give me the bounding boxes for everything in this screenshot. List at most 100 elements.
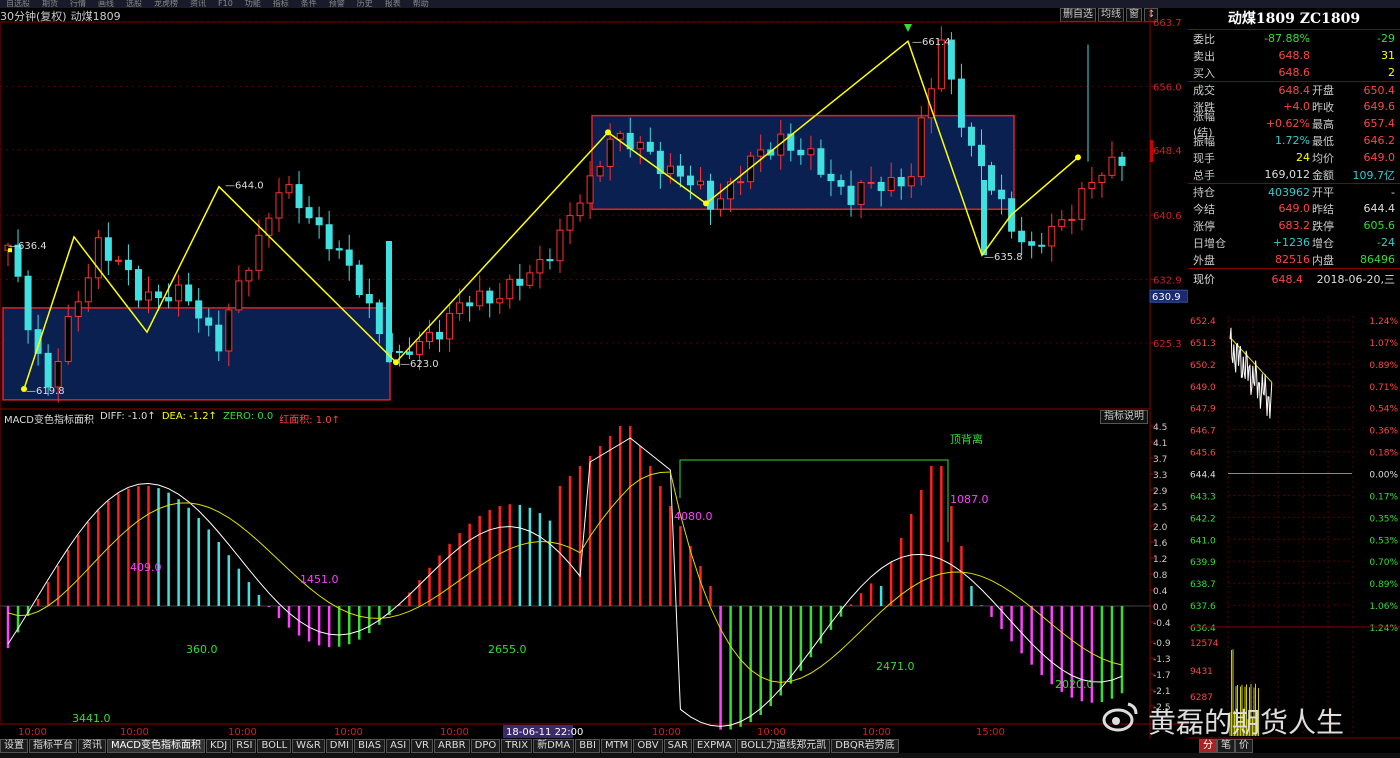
time-label: 10:00 <box>862 727 891 738</box>
indicator-tab[interactable]: TRIX <box>501 739 533 753</box>
indicator-tab[interactable]: DBQR岩劳底 <box>831 739 899 753</box>
mini-pct-label: 0.36% <box>1369 427 1398 437</box>
indicator-tab[interactable]: ARBR <box>434 739 470 753</box>
time-label: 10:00 <box>228 727 257 738</box>
quote-value2: 649.6 <box>1363 100 1396 113</box>
indicator-tab[interactable]: 资讯 <box>78 739 106 753</box>
macd-tick-label: 4.1 <box>1153 439 1167 449</box>
quote-value: 403962 <box>1268 185 1310 199</box>
indicator-tab[interactable]: BOLL力道线郑元凯 <box>736 739 831 753</box>
candle-body <box>586 175 594 204</box>
macd-tick-label: -2.1 <box>1153 687 1171 697</box>
candle-body <box>305 207 313 219</box>
macd-header: MACD变色指标面积 DIFF: -1.0↑ DEA: -1.2↑ ZERO: … <box>4 411 340 426</box>
indicator-tab[interactable]: MTM <box>600 739 633 753</box>
intraday-minichart[interactable]: 652.4 1.24% 651.3 1.07% 650.2 0.89% 649.0 0.71%… <box>1188 306 1400 758</box>
quote-value: +4.0 <box>1283 100 1310 113</box>
candle-body <box>74 301 82 317</box>
indicator-tab[interactable]: RSI <box>232 739 257 753</box>
macd-area-label: 1451.0 <box>300 573 339 586</box>
candle-body <box>616 132 624 140</box>
candle-body <box>185 284 193 302</box>
candle-body <box>255 234 263 271</box>
candle-body <box>104 237 112 261</box>
quote-value: 169,012 <box>1264 168 1311 181</box>
mini-pct-label: 0.89% <box>1369 580 1398 590</box>
indicator-tab[interactable]: DPO <box>470 739 501 753</box>
quote-value2: - <box>1391 185 1395 199</box>
candle-body <box>917 117 925 178</box>
macd-tick-label: -0.9 <box>1153 639 1171 649</box>
quote-label2: 跌停 <box>1312 219 1334 233</box>
candle-body <box>981 179 987 256</box>
candle-body <box>365 294 373 304</box>
quote-value2: 2 <box>1388 66 1395 79</box>
indicator-tab[interactable]: EXPMA <box>692 739 736 753</box>
price-tick-label: 663.7 <box>1153 18 1182 29</box>
indicator-tab[interactable]: VR <box>411 739 434 753</box>
macd-zero: ZERO: 0.0 <box>222 411 274 422</box>
kline-chart[interactable]: 663.7 656.0 648.4 640.6 632.9 625.3 630.9 —636.… <box>0 0 1188 739</box>
time-label: 10:00 <box>652 727 681 738</box>
indicator-tab[interactable]: 新DMA <box>533 739 575 753</box>
quote-row: 振幅 1.72% 最低 646.2 <box>1188 132 1400 149</box>
mini-price-label: 650.2 <box>1190 361 1216 371</box>
indicator-help-button[interactable]: 指标说明 <box>1100 410 1148 424</box>
indicator-tab[interactable]: MACD变色指标面积 <box>107 739 205 753</box>
macd-area-label: 2655.0 <box>488 643 527 656</box>
indicator-tab[interactable]: SAR <box>663 739 692 753</box>
indicator-tab[interactable]: BIAS <box>354 739 386 753</box>
candle-body <box>877 181 885 192</box>
current-price-label: 630.9 <box>1152 292 1181 303</box>
quote-value2: 649.0 <box>1363 151 1396 164</box>
quote-row: 今结 649.0 昨结 644.4 <box>1188 200 1400 217</box>
indicator-tab[interactable]: OBV <box>633 739 663 753</box>
candle-body <box>175 284 183 302</box>
quote-label: 涨停 <box>1193 219 1215 233</box>
axis-marker <box>1150 140 1153 162</box>
indicator-tab[interactable]: BOLL <box>257 739 292 753</box>
indicator-tab[interactable]: DMI <box>325 739 354 753</box>
macd-title: MACD变色指标面积 <box>4 415 94 426</box>
candle-body <box>335 248 343 251</box>
macd-tick-label: 1.6 <box>1153 539 1168 549</box>
indicator-tab[interactable]: BBI <box>575 739 600 753</box>
wave-node <box>393 359 399 366</box>
candle-body <box>476 290 484 307</box>
candle-body <box>1068 218 1076 221</box>
candle-body <box>325 224 333 250</box>
quote-date: 2018-06-20,三 <box>1316 273 1395 286</box>
mini-pct-label: 1.24% <box>1369 624 1398 634</box>
quote-row: 买入 648.6 2 <box>1188 64 1400 81</box>
indicator-tab[interactable]: 设置 <box>0 739 28 753</box>
quote-row: 涨停 683.2 跌停 605.6 <box>1188 217 1400 234</box>
candle-body <box>44 352 52 388</box>
indicator-tab[interactable]: ASI <box>386 739 411 753</box>
price-annotation: —636.4 <box>8 241 47 252</box>
candle-body <box>566 215 574 231</box>
candle-body <box>957 78 965 128</box>
quote-label2: 均价 <box>1312 151 1334 165</box>
mini-price-label: 642.2 <box>1190 514 1216 524</box>
candle-body <box>887 176 895 192</box>
indicator-tab[interactable]: W&R <box>292 739 325 753</box>
candle-body <box>1038 244 1046 247</box>
macd-area-label: 360.0 <box>186 643 218 656</box>
quote-value: 648.4 <box>1278 83 1311 97</box>
macd-frame <box>0 408 1151 725</box>
indicator-tab[interactable]: KDJ <box>205 739 232 753</box>
price-annotation: —619.8 <box>26 386 65 397</box>
candle-body <box>1018 230 1026 243</box>
candle-body <box>124 259 132 271</box>
quote-value2: -24 <box>1377 236 1395 249</box>
mini-pct-label: 1.06% <box>1369 602 1398 612</box>
mini-price-label: 647.9 <box>1190 405 1216 415</box>
candle-body <box>676 165 684 177</box>
mini-price-line <box>1229 327 1273 419</box>
macd-tick-label: 2.5 <box>1153 503 1167 513</box>
candle-body <box>686 175 694 186</box>
mini-pct-label: 0.17% <box>1369 492 1398 502</box>
quote-value2: 657.4 <box>1363 117 1396 130</box>
candle-body <box>696 180 704 186</box>
indicator-tab[interactable]: 指标平台 <box>29 739 77 753</box>
